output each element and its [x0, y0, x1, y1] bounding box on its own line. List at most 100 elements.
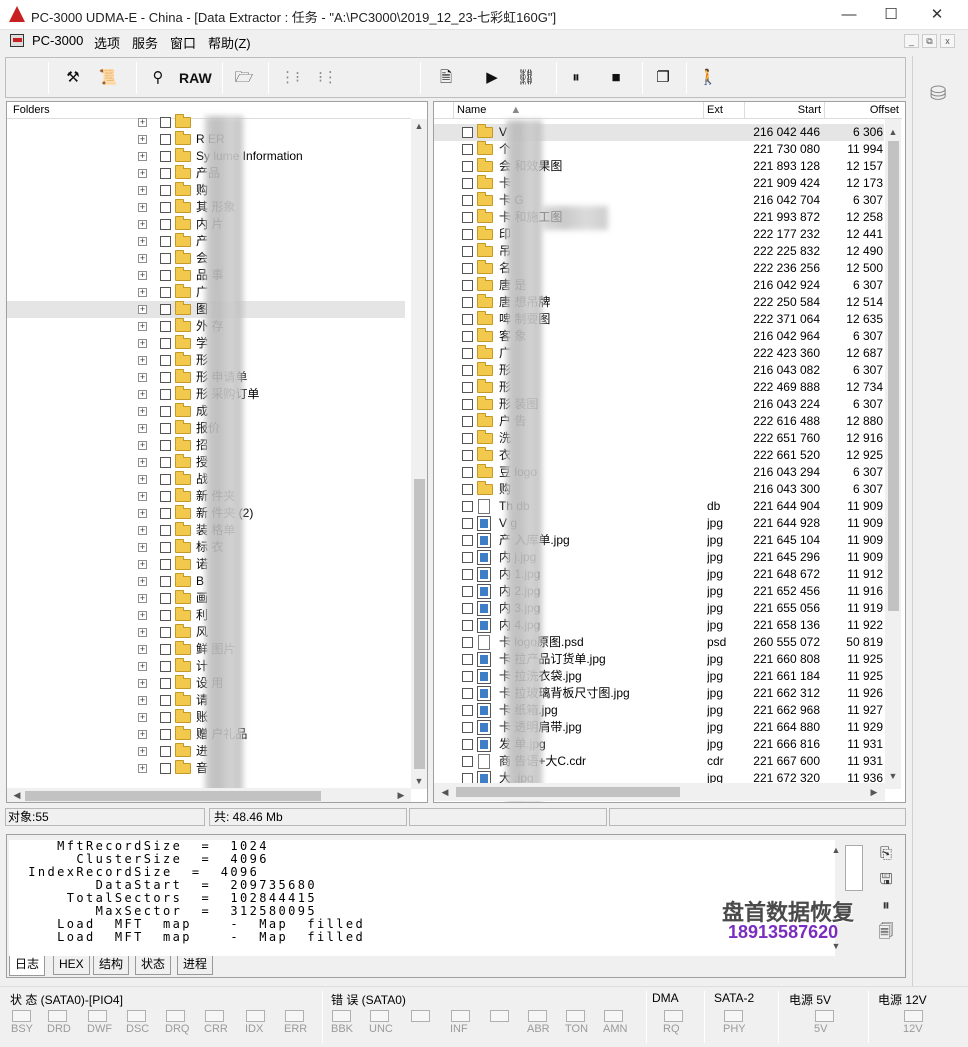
item-checkbox[interactable]: [160, 508, 171, 519]
scroll-up-icon[interactable]: ▲: [828, 843, 844, 857]
file-row[interactable]: 购 216 043 300 6 307: [434, 481, 884, 498]
expand-icon[interactable]: +: [138, 169, 147, 178]
expand-icon[interactable]: +: [138, 339, 147, 348]
expand-icon[interactable]: +: [138, 203, 147, 212]
item-checkbox[interactable]: [462, 144, 473, 155]
binoculars-icon[interactable]: ⚲: [146, 66, 170, 90]
expand-icon[interactable]: +: [138, 475, 147, 484]
column-header-ext[interactable]: Ext: [704, 102, 745, 119]
tools-icon[interactable]: ⚒: [61, 66, 85, 90]
expand-icon[interactable]: +: [138, 186, 147, 195]
item-checkbox[interactable]: [160, 355, 171, 366]
file-row[interactable]: 名 222 236 256 12 500: [434, 260, 884, 277]
item-checkbox[interactable]: [462, 739, 473, 750]
tab-structure[interactable]: 结构: [93, 956, 130, 975]
item-checkbox[interactable]: [160, 423, 171, 434]
raw-button[interactable]: RAW: [179, 66, 212, 90]
item-checkbox[interactable]: [160, 729, 171, 740]
item-checkbox[interactable]: [462, 705, 473, 716]
save-icon[interactable]: 🖫: [876, 870, 896, 890]
expand-icon[interactable]: +: [138, 713, 147, 722]
scroll-icon[interactable]: 📜: [96, 66, 120, 90]
item-checkbox[interactable]: [160, 219, 171, 230]
item-checkbox[interactable]: [462, 671, 473, 682]
folders-horizontal-scrollbar[interactable]: ◀ ▶: [7, 788, 411, 802]
expand-icon[interactable]: +: [138, 458, 147, 467]
item-checkbox[interactable]: [160, 474, 171, 485]
file-row[interactable]: 形 216 043 082 6 307: [434, 362, 884, 379]
expand-icon[interactable]: +: [138, 152, 147, 161]
expand-icon[interactable]: +: [138, 288, 147, 297]
item-checkbox[interactable]: [160, 270, 171, 281]
exit-icon[interactable]: 🚶: [696, 66, 720, 90]
expand-icon[interactable]: +: [138, 424, 147, 433]
file-row[interactable]: 内 4.jpgjpg221 658 13611 922: [434, 617, 884, 634]
expand-icon[interactable]: +: [138, 662, 147, 671]
scroll-down-icon[interactable]: ▼: [411, 774, 427, 788]
save-file-icon[interactable]: 🗎: [434, 66, 458, 90]
item-checkbox[interactable]: [160, 236, 171, 247]
tab-log[interactable]: 日志: [9, 956, 46, 976]
menu-window[interactable]: 窗口: [170, 33, 196, 52]
menu-help[interactable]: 帮助(Z): [208, 33, 251, 52]
expand-icon[interactable]: +: [138, 645, 147, 654]
file-row[interactable]: 内 3.jpgjpg221 655 05611 919: [434, 600, 884, 617]
item-checkbox[interactable]: [462, 756, 473, 767]
item-checkbox[interactable]: [160, 525, 171, 536]
item-checkbox[interactable]: [160, 372, 171, 383]
file-row[interactable]: 户 告222 616 48812 880: [434, 413, 884, 430]
expand-icon[interactable]: +: [138, 492, 147, 501]
item-checkbox[interactable]: [160, 338, 171, 349]
file-row[interactable]: 卡 和施工图221 993 87212 258: [434, 209, 884, 226]
expand-icon[interactable]: +: [138, 594, 147, 603]
item-checkbox[interactable]: [160, 678, 171, 689]
item-checkbox[interactable]: [160, 559, 171, 570]
folders-vertical-scrollbar[interactable]: ▲ ▼: [411, 119, 427, 789]
item-checkbox[interactable]: [462, 484, 473, 495]
item-checkbox[interactable]: [160, 763, 171, 774]
item-checkbox[interactable]: [160, 321, 171, 332]
expand-icon[interactable]: +: [138, 764, 147, 773]
expand-icon[interactable]: +: [138, 526, 147, 535]
item-checkbox[interactable]: [462, 620, 473, 631]
expand-icon[interactable]: +: [138, 747, 147, 756]
item-checkbox[interactable]: [160, 440, 171, 451]
file-row[interactable]: 衣 222 661 520 12 925: [434, 447, 884, 464]
item-checkbox[interactable]: [462, 178, 473, 189]
file-row[interactable]: 卡 透明肩带.jpg jpg 221 664 880 11 929: [434, 719, 884, 736]
expand-icon[interactable]: +: [138, 390, 147, 399]
file-row[interactable]: 产 入库单.jpg jpg 221 645 104 11 909: [434, 532, 884, 549]
item-checkbox[interactable]: [462, 586, 473, 597]
item-checkbox[interactable]: [462, 229, 473, 240]
item-checkbox[interactable]: [462, 297, 473, 308]
item-checkbox[interactable]: [462, 552, 473, 563]
files-vertical-scrollbar[interactable]: ▲ ▼: [885, 119, 901, 789]
expand-icon[interactable]: +: [138, 560, 147, 569]
file-row[interactable]: 啤 制要图222 371 06412 635: [434, 311, 884, 328]
mdi-restore-button[interactable]: ⧉: [922, 34, 937, 48]
item-checkbox[interactable]: [462, 603, 473, 614]
tab-hex[interactable]: HEX: [53, 956, 90, 975]
file-row[interactable]: 会 和效果图221 893 12812 157: [434, 158, 884, 175]
file-row[interactable]: 形 装图216 043 2246 307: [434, 396, 884, 413]
play-icon[interactable]: ▶: [480, 66, 504, 90]
item-checkbox[interactable]: [462, 314, 473, 325]
item-checkbox[interactable]: [160, 406, 171, 417]
scroll-left-icon[interactable]: ◀: [9, 788, 25, 802]
maximize-button[interactable]: ☐: [880, 4, 902, 26]
menu-service[interactable]: 服务: [132, 33, 158, 52]
item-checkbox[interactable]: [160, 661, 171, 672]
expand-icon[interactable]: +: [138, 356, 147, 365]
scroll-up-icon[interactable]: ▲: [411, 119, 427, 133]
item-checkbox[interactable]: [462, 195, 473, 206]
expand-icon[interactable]: +: [138, 509, 147, 518]
minimize-button[interactable]: —: [838, 4, 860, 26]
item-checkbox[interactable]: [160, 117, 171, 128]
item-checkbox[interactable]: [462, 654, 473, 665]
item-checkbox[interactable]: [160, 151, 171, 162]
file-row[interactable]: V 216 042 446 6 306: [434, 124, 884, 141]
pause-icon[interactable]: ⏸: [564, 66, 588, 90]
expand-icon[interactable]: +: [138, 441, 147, 450]
item-checkbox[interactable]: [160, 695, 171, 706]
file-row[interactable]: 个 221 730 080 11 994: [434, 141, 884, 158]
